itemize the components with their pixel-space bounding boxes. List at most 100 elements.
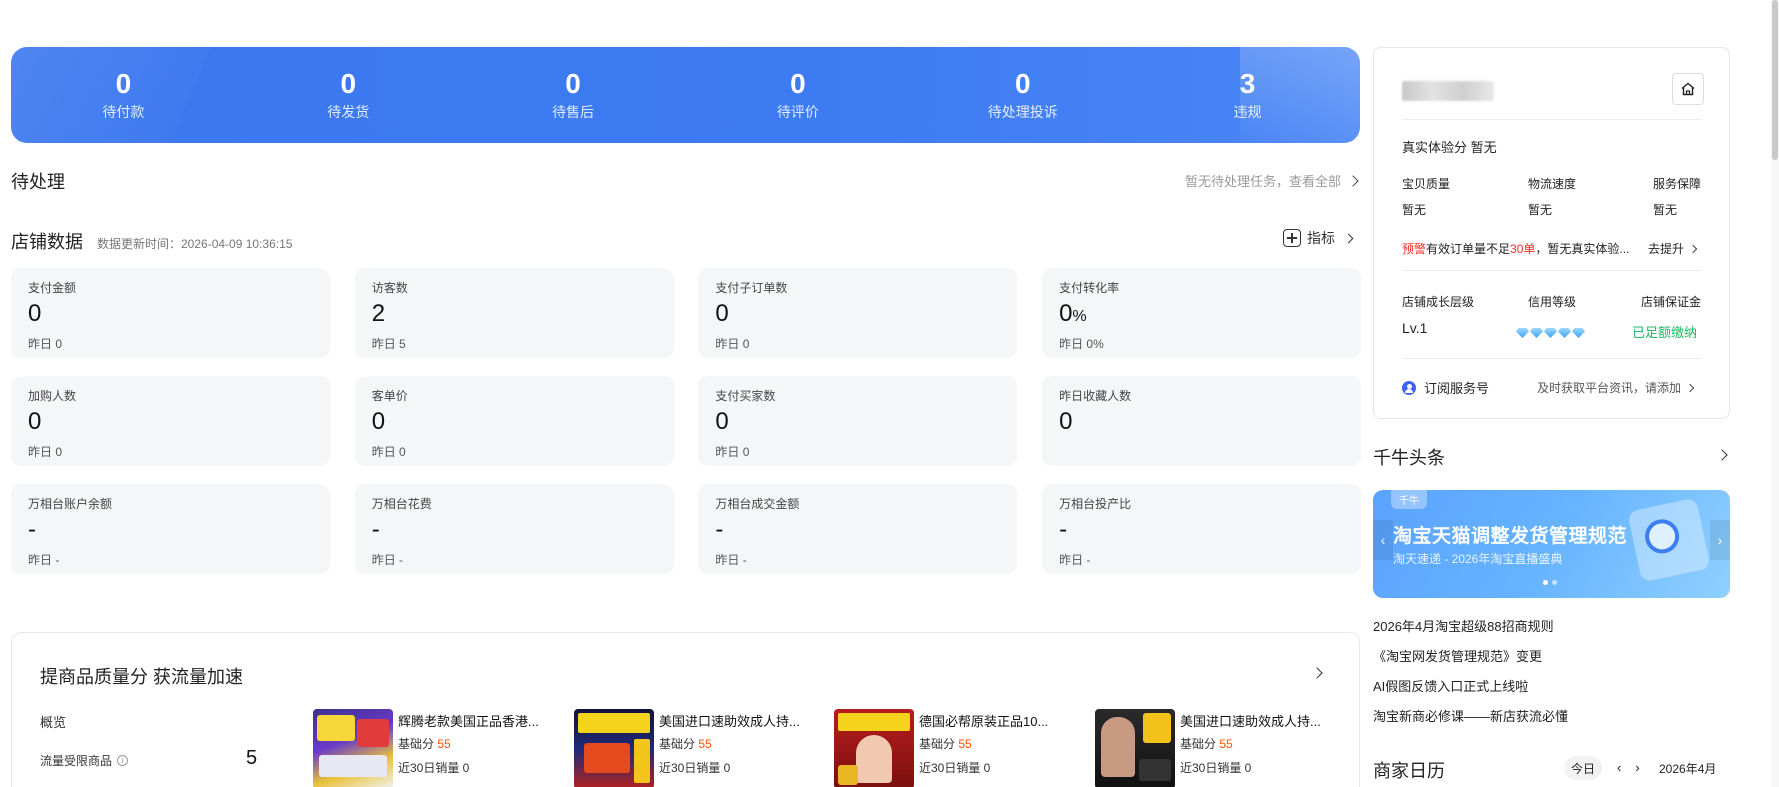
metric-value: 暂无 [1528, 203, 1553, 217]
headline-item[interactable]: AI假图反馈入口正式上线啦 [1373, 679, 1568, 709]
experience-score: 真实体验分 暂无 [1402, 140, 1497, 155]
user-icon [1402, 381, 1416, 395]
product-name: 美国进口速助效成人持... [1180, 714, 1321, 729]
carousel-subtitle: 淘天速递 - 2026年淘宝直播盛典 [1393, 552, 1563, 566]
status-count: 0 [115, 68, 132, 99]
chevron-right-icon[interactable]: › [1635, 760, 1639, 775]
card-title: 昨日收藏人数 [1059, 389, 1132, 403]
carousel-dots[interactable] [1543, 580, 1557, 585]
status-after-sales[interactable]: 0 待售后 [461, 47, 686, 143]
card-value: - [371, 516, 380, 543]
todo-view-all-link[interactable]: 暂无待处理任务，查看全部 [1185, 171, 1359, 190]
product-item[interactable]: 德国必帮原装正品10... 基础分 55 近30日销量 0 [834, 709, 1084, 787]
card-title: 万相台账户余额 [28, 497, 113, 511]
card-title: 万相台花费 [371, 497, 432, 511]
product-item[interactable]: 辉腾老款美国正品香港... 基础分 55 近30日销量 0 [313, 709, 563, 787]
card-title: 支付转化率 [1059, 281, 1120, 295]
card-value: 0 [28, 300, 42, 327]
product-name: 美国进口速助效成人持... [659, 714, 800, 729]
info-icon[interactable]: i [117, 755, 129, 766]
product-item[interactable]: 美国进口速助效成人持... 基础分 55 近30日销量 0 [574, 709, 824, 787]
add-box-icon [1283, 229, 1301, 247]
improve-link[interactable]: 去提升 [1648, 240, 1698, 257]
home-button[interactable] [1672, 73, 1704, 105]
data-card[interactable]: 支付子订单数 0 昨日 0 [698, 268, 1018, 358]
diamond-icon [1544, 328, 1557, 338]
product-item[interactable]: 美国进口速助效成人持... 基础分 55 近30日销量 0 [1095, 709, 1345, 787]
status-label: 待评价 [776, 104, 819, 120]
card-yesterday: 昨日 0% [1059, 337, 1104, 351]
chevron-left-icon[interactable]: ‹ [1617, 760, 1621, 775]
product-thumbnail [834, 709, 914, 787]
carousel-tag: 千牛 [1391, 490, 1427, 509]
carousel-illustration [1627, 497, 1711, 583]
calendar-title: 商家日历 [1373, 761, 1445, 781]
data-card[interactable]: 万相台花费 - 昨日 - [354, 484, 674, 574]
card-title: 支付金额 [28, 281, 77, 295]
data-card[interactable]: 万相台账户余额 - 昨日 - [11, 484, 330, 574]
diamond-icon [1516, 328, 1529, 338]
card-value: 2 [371, 300, 386, 327]
subscribe-hint[interactable]: 及时获取平台资讯，请添加 [1537, 379, 1695, 396]
carousel-dot[interactable] [1552, 580, 1557, 585]
product-score: 基础分 55 [919, 737, 972, 751]
headline-item[interactable]: 《淘宝网发货管理规范》变更 [1373, 649, 1568, 679]
status-label: 待处理投诉 [987, 104, 1058, 120]
calendar-today-button[interactable]: 今日 [1564, 756, 1602, 780]
update-time: 数据更新时间：2026-04-09 10:36:15 [97, 237, 293, 251]
subscribe-service[interactable]: 订阅服务号 [1402, 378, 1489, 397]
data-card[interactable]: 支付买家数 0 昨日 0 [698, 376, 1018, 466]
metric-settings-button[interactable]: 指标 [1283, 228, 1354, 248]
credit-diamonds[interactable] [1516, 325, 1586, 343]
headlines-title: 千牛头条 [1373, 448, 1445, 468]
data-card[interactable]: 昨日收藏人数 0 [1042, 376, 1362, 466]
data-card[interactable]: 支付金额 0 昨日 0 [11, 268, 330, 358]
status-complaints[interactable]: 0 待处理投诉 [910, 47, 1135, 143]
scrollbar-thumb[interactable] [1772, 0, 1778, 160]
card-value: 0% [1059, 300, 1087, 327]
limited-products-count[interactable]: 5 [246, 747, 257, 770]
chevron-right-icon [1343, 233, 1354, 243]
status-pending-shipment[interactable]: 0 待发货 [236, 47, 461, 143]
chevron-right-icon[interactable] [1311, 667, 1323, 679]
card-title: 支付子订单数 [715, 281, 788, 295]
product-sales: 近30日销量 0 [919, 761, 991, 775]
data-card[interactable]: 客单价 0 昨日 0 [354, 376, 674, 466]
card-yesterday: 昨日 5 [371, 337, 406, 351]
product-sales: 近30日销量 0 [398, 761, 470, 775]
carousel-next-button[interactable]: › [1710, 520, 1730, 560]
data-card[interactable]: 万相台成交金额 - 昨日 - [698, 484, 1018, 574]
card-title: 支付买家数 [715, 389, 776, 403]
status-pending-payment[interactable]: 0 待付款 [11, 47, 236, 143]
deposit-status[interactable]: 已足额缴纳 [1632, 322, 1697, 341]
product-thumbnail [1095, 709, 1175, 787]
data-card[interactable]: 加购人数 0 昨日 0 [11, 376, 330, 466]
data-card[interactable]: 支付转化率 0% 昨日 0% [1042, 268, 1362, 358]
card-yesterday: 昨日 0 [28, 337, 63, 351]
product-score: 基础分 55 [1180, 737, 1233, 751]
chevron-right-icon[interactable] [1716, 449, 1728, 461]
status-pending-review[interactable]: 0 待评价 [685, 47, 910, 143]
product-sales: 近30日销量 0 [659, 761, 731, 775]
headline-carousel[interactable]: 千牛 淘宝天猫调整发货管理规范 淘天速递 - 2026年淘宝直播盛典 ‹ › [1373, 490, 1730, 598]
card-yesterday: 昨日 0 [715, 337, 750, 351]
card-yesterday: 昨日 - [28, 553, 60, 567]
headline-item[interactable]: 2026年4月淘宝超级88招商规则 [1373, 619, 1568, 649]
growth-label: 店铺成长层级 [1402, 295, 1475, 309]
product-thumbnail [574, 709, 654, 787]
status-violations[interactable]: 3 违规 [1135, 47, 1360, 143]
product-score: 基础分 55 [659, 737, 712, 751]
headline-list: 2026年4月淘宝超级88招商规则 《淘宝网发货管理规范》变更 AI假图反馈入口… [1373, 619, 1568, 739]
growth-level[interactable]: Lv.1 [1402, 320, 1427, 336]
calendar-month: 2026年4月 [1659, 762, 1717, 776]
page-scrollbar[interactable] [1771, 0, 1779, 787]
data-card[interactable]: 万相台投产比 - 昨日 - [1042, 484, 1362, 574]
card-yesterday: 昨日 - [371, 553, 404, 567]
status-count: 0 [790, 68, 806, 99]
carousel-prev-button[interactable]: ‹ [1373, 520, 1393, 560]
order-status-banner: 0 待付款 0 待发货 0 待售后 0 待评价 0 待处理投诉 3 违规 [11, 47, 1360, 143]
product-score: 基础分 55 [398, 737, 451, 751]
carousel-dot[interactable] [1543, 580, 1548, 585]
data-card[interactable]: 访客数 2 昨日 5 [354, 268, 674, 358]
headline-item[interactable]: 淘宝新商必修课——新店获流必懂 [1373, 709, 1568, 739]
